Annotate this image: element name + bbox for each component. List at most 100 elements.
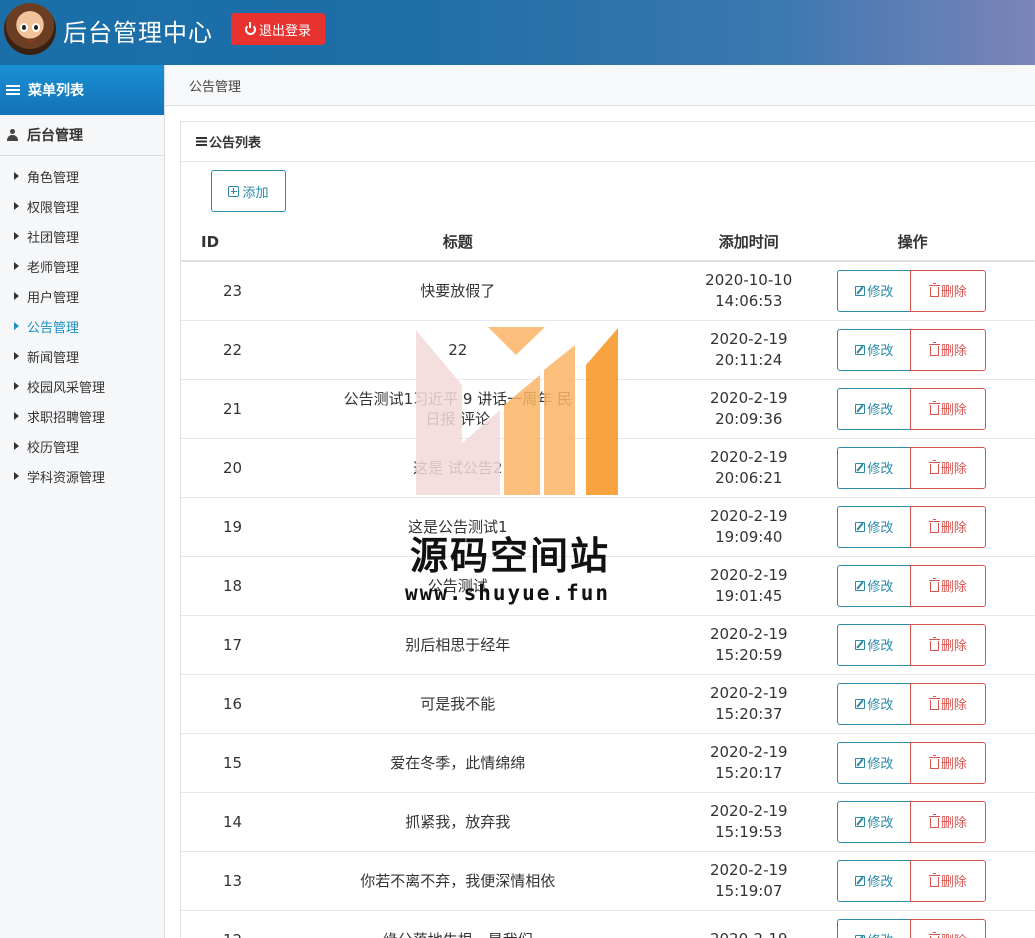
edit-button[interactable]: 修改 (837, 505, 912, 548)
action-button-group: 修改 删除 (837, 446, 1035, 489)
action-button-group: 修改 删除 (837, 741, 1035, 784)
row-id: 12 (181, 910, 244, 938)
column-header-time[interactable]: 添加时间 (672, 223, 826, 262)
row-title-line: 可是我不能 (420, 694, 496, 713)
row-actions: 修改 删除 (825, 851, 1035, 911)
edit-icon (855, 639, 866, 650)
row-title-line: 22 (448, 340, 468, 359)
row-date: 2020-10-10 (705, 270, 793, 289)
action-button-group: 修改 删除 (837, 800, 1035, 843)
delete-button[interactable]: 删除 (910, 446, 987, 489)
row-title: 这是公告测试1 (243, 497, 673, 557)
sidebar-item-label: 老师管理 (27, 260, 80, 276)
delete-button[interactable]: 删除 (910, 505, 987, 548)
column-header-id[interactable]: ID (181, 223, 244, 262)
row-date: 2020-2-19 (709, 624, 788, 643)
edit-icon (855, 403, 866, 414)
edit-button[interactable]: 修改 (837, 918, 912, 938)
row-date: 2020-2-19 (709, 801, 788, 820)
row-title: 你若不离不弃，我便深情相依 (243, 851, 673, 911)
edit-label: 修改 (867, 284, 894, 300)
sidebar-group-label: 后台管理 (27, 128, 83, 144)
edit-label: 修改 (867, 756, 894, 771)
row-title: 爱在冬季，此情绵绵 (243, 733, 673, 793)
sidebar: 菜单列表 后台管理 角色管理 权限管理 社团管理 老师管理 用户管理 公告管理 新闻管理 校园… (0, 65, 165, 938)
row-title: 22 (243, 320, 673, 380)
top-header: 后台管理中心 退出登录 (0, 0, 1035, 65)
logout-button[interactable]: 退出登录 (231, 13, 325, 45)
avatar (4, 3, 56, 55)
delete-button[interactable]: 删除 (910, 623, 987, 666)
delete-button[interactable]: 删除 (910, 328, 987, 371)
table-row: 17 别后相思于经年 2020-2-19 15:20:59 修改 删除 (181, 615, 1035, 675)
delete-button[interactable]: 删除 (910, 387, 987, 430)
edit-button[interactable]: 修改 (837, 564, 912, 607)
delete-button[interactable]: 删除 (910, 564, 987, 607)
edit-button[interactable]: 修改 (837, 387, 912, 430)
sidebar-item-5[interactable]: 公告管理 (0, 311, 164, 341)
row-clock: 15:19:07 (715, 881, 783, 900)
delete-label: 删除 (940, 874, 967, 889)
row-clock: 15:20:17 (715, 763, 783, 782)
row-title: 公告测试1习近平 9 讲话一周年 民日报 评论 (243, 379, 673, 439)
row-title: 可是我不能 (243, 674, 673, 734)
row-id: 22 (181, 320, 244, 380)
edit-label: 修改 (867, 638, 894, 653)
sidebar-item-label: 校园风采管理 (27, 380, 106, 396)
caret-right-icon (14, 292, 19, 300)
action-button-group: 修改 删除 (837, 918, 1035, 938)
list-icon (6, 85, 20, 95)
edit-button[interactable]: 修改 (837, 269, 912, 312)
plus-square-icon (228, 185, 240, 197)
row-date: 2020-2-19 (709, 329, 788, 348)
delete-button[interactable]: 删除 (910, 859, 987, 902)
sidebar-item-4[interactable]: 用户管理 (0, 281, 164, 311)
sidebar-nav-list: 角色管理 权限管理 社团管理老师管理用户管理 公告管理 新闻管理校园风采管理 求职招聘管理… (0, 156, 164, 491)
table-row: 22 22 2020-2-19 20:11:24 修改 删除 (181, 320, 1035, 380)
sidebar-item-1[interactable]: 权限管理 (0, 191, 164, 221)
add-button[interactable]: 添加 (211, 170, 286, 212)
row-id: 17 (181, 615, 244, 675)
panel-heading: 公告列表 (181, 122, 1035, 162)
caret-right-icon (14, 352, 19, 360)
sidebar-item-8[interactable]: 求职招聘管理 (0, 401, 164, 431)
table-row: 15 爱在冬季，此情绵绵 2020-2-19 15:20:17 修改 删除 (181, 733, 1035, 793)
caret-right-icon (14, 412, 19, 420)
delete-button[interactable]: 删除 (910, 682, 987, 725)
sidebar-item-6[interactable]: 新闻管理 (0, 341, 164, 371)
caret-right-icon (14, 472, 19, 480)
row-clock: 14:06:53 (715, 291, 783, 310)
sidebar-item-3[interactable]: 老师管理 (0, 251, 164, 281)
edit-button[interactable]: 修改 (837, 800, 912, 843)
sidebar-item-2[interactable]: 社团管理 (0, 221, 164, 251)
delete-button[interactable]: 删除 (910, 800, 987, 843)
delete-label: 删除 (940, 402, 967, 417)
sidebar-item-label: 求职招聘管理 (27, 410, 106, 426)
edit-label: 修改 (867, 815, 894, 830)
table-row: 21 公告测试1习近平 9 讲话一周年 民日报 评论 2020-2-19 20:09:… (181, 379, 1035, 439)
edit-button[interactable]: 修改 (837, 741, 912, 784)
delete-button[interactable]: 删除 (910, 741, 987, 784)
delete-button[interactable]: 删除 (910, 269, 987, 312)
delete-button[interactable]: 删除 (910, 918, 987, 938)
sidebar-item-0[interactable]: 角色管理 (0, 161, 164, 191)
edit-button[interactable]: 修改 (837, 682, 912, 725)
sidebar-item-label: 学科资源管理 (27, 470, 106, 486)
edit-label: 修改 (867, 874, 894, 889)
row-time: 2020-2-19 15:20:59 (672, 615, 826, 675)
row-title-line: 你若不离不弃，我便深情相依 (360, 871, 556, 890)
column-header-title[interactable]: 标题 (243, 223, 673, 262)
row-title: 缘分落地生根，是我们 (243, 910, 673, 938)
edit-button[interactable]: 修改 (837, 446, 912, 489)
edit-button[interactable]: 修改 (837, 623, 912, 666)
table-row: 12缘分落地生根，是我们2020-2-19 修改 删除 (181, 910, 1035, 938)
bars-icon (196, 137, 207, 146)
delete-label: 删除 (940, 520, 967, 535)
trash-icon (928, 577, 940, 592)
edit-button[interactable]: 修改 (837, 859, 912, 902)
sidebar-item-7[interactable]: 校园风采管理 (0, 371, 164, 401)
sidebar-group-admin[interactable]: 后台管理 (0, 115, 164, 156)
edit-button[interactable]: 修改 (837, 328, 912, 371)
sidebar-item-9[interactable]: 校历管理 (0, 431, 164, 461)
sidebar-item-10[interactable]: 学科资源管理 (0, 461, 164, 491)
